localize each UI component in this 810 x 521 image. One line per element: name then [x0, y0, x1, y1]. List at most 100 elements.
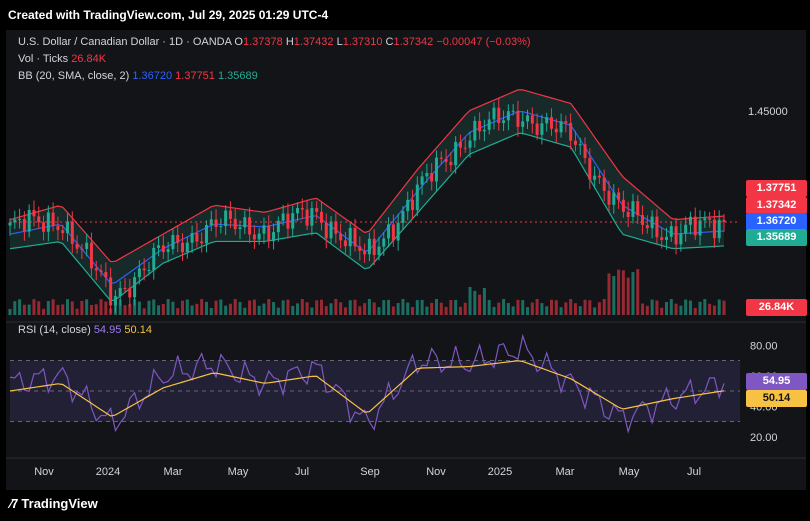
candle-body [137, 268, 141, 278]
candle-body [123, 287, 127, 289]
tradingview-logo-icon: ⁄7 [10, 496, 18, 511]
candle-body [717, 219, 721, 239]
volume-bar [75, 308, 79, 315]
volume-bar [660, 307, 664, 315]
candle-body [56, 225, 60, 231]
volume-bar [593, 307, 597, 315]
candle-body [310, 208, 314, 226]
candle-body [559, 121, 563, 133]
candle-body [200, 241, 204, 244]
candle-body [626, 211, 630, 217]
volume-bar [387, 299, 391, 315]
volume-bar [401, 299, 405, 315]
volume-bar [300, 299, 304, 315]
volume-bar [32, 299, 36, 315]
volume-bar [61, 304, 65, 315]
volume-bar [526, 307, 530, 315]
volume-bar [708, 303, 712, 315]
volume-bar [334, 299, 338, 315]
tradingview-brand: TradingView [21, 496, 98, 511]
bb-basis-value: 1.36720 [132, 70, 173, 82]
candle-body [319, 211, 323, 223]
volume-bar [118, 299, 122, 315]
candle-body [478, 120, 482, 132]
volume-bar [583, 299, 587, 315]
volume-bar [367, 299, 371, 315]
volume-bar [636, 269, 640, 315]
volume-bar [487, 300, 491, 315]
candle-body [142, 268, 146, 271]
rsi-value: 54.95 [93, 324, 122, 336]
volume-bar [22, 304, 26, 315]
candle-body [497, 107, 501, 124]
candle-body [176, 234, 180, 243]
candle-body [506, 111, 510, 121]
candle-body [300, 207, 304, 210]
volume-bar [339, 302, 343, 315]
candle-body [171, 234, 175, 250]
candle-body [688, 216, 692, 225]
volume-bar [113, 300, 117, 315]
volume-bar [439, 302, 443, 315]
candle-body [593, 175, 597, 180]
volume-bar [698, 301, 702, 315]
candle-body [334, 221, 338, 234]
candle-body [238, 227, 242, 230]
volume-bar [200, 299, 204, 315]
candle-body [190, 233, 194, 243]
candle-body [602, 177, 606, 191]
candle-body [473, 120, 477, 141]
volume-bar [396, 303, 400, 315]
candle-body [94, 268, 98, 271]
volume-bar [607, 273, 611, 315]
bb-lower-badge: 1.35689 [746, 229, 807, 246]
candle-body [89, 242, 93, 269]
volume-bar [482, 287, 486, 315]
volume-bar [688, 300, 692, 315]
price-legend: U.S. Dollar / Canadian Dollar · 1D · OAN… [18, 36, 531, 48]
volume-bar [621, 270, 625, 315]
volume-bar [66, 299, 70, 315]
volume-bar [276, 307, 280, 315]
high-label: H [285, 36, 294, 48]
tradingview-logo[interactable]: ⁄7 TradingView [10, 496, 98, 511]
time-axis-tick: Nov [34, 466, 54, 478]
candle-body [99, 270, 103, 272]
volume-bar [578, 306, 582, 315]
candle-body [535, 123, 539, 135]
candle-body [372, 238, 376, 255]
volume-bar [377, 307, 381, 315]
volume-bar [319, 299, 323, 315]
time-axis-tick: May [619, 466, 640, 478]
volume-bar [502, 299, 506, 315]
volume-bar [8, 309, 12, 315]
candle-body [636, 201, 640, 216]
volume-bar [353, 299, 357, 315]
volume-bar [693, 307, 697, 315]
volume-bar [243, 307, 247, 315]
candle-body [597, 175, 601, 178]
candle-body [583, 144, 587, 158]
volume-bar [286, 299, 290, 315]
candle-body [272, 232, 276, 242]
candle-body [291, 213, 295, 229]
volume-bar [233, 299, 237, 315]
candle-body [8, 222, 12, 226]
candle-body [32, 209, 36, 217]
candle-body [530, 115, 534, 124]
volume-bar [406, 302, 410, 315]
volume-bar [171, 301, 175, 315]
candle-body [166, 249, 170, 253]
candle-body [641, 215, 645, 225]
candle-body [262, 225, 266, 234]
volume-bar [329, 303, 333, 315]
candle-body [674, 226, 678, 245]
candle-body [549, 117, 553, 129]
volume-bar [176, 308, 180, 315]
volume-bar [535, 299, 539, 315]
time-axis-tick: May [228, 466, 249, 478]
volume-bar [214, 300, 218, 315]
volume-bar [56, 304, 60, 315]
candle-body [80, 248, 84, 250]
volume-bar [291, 305, 295, 315]
